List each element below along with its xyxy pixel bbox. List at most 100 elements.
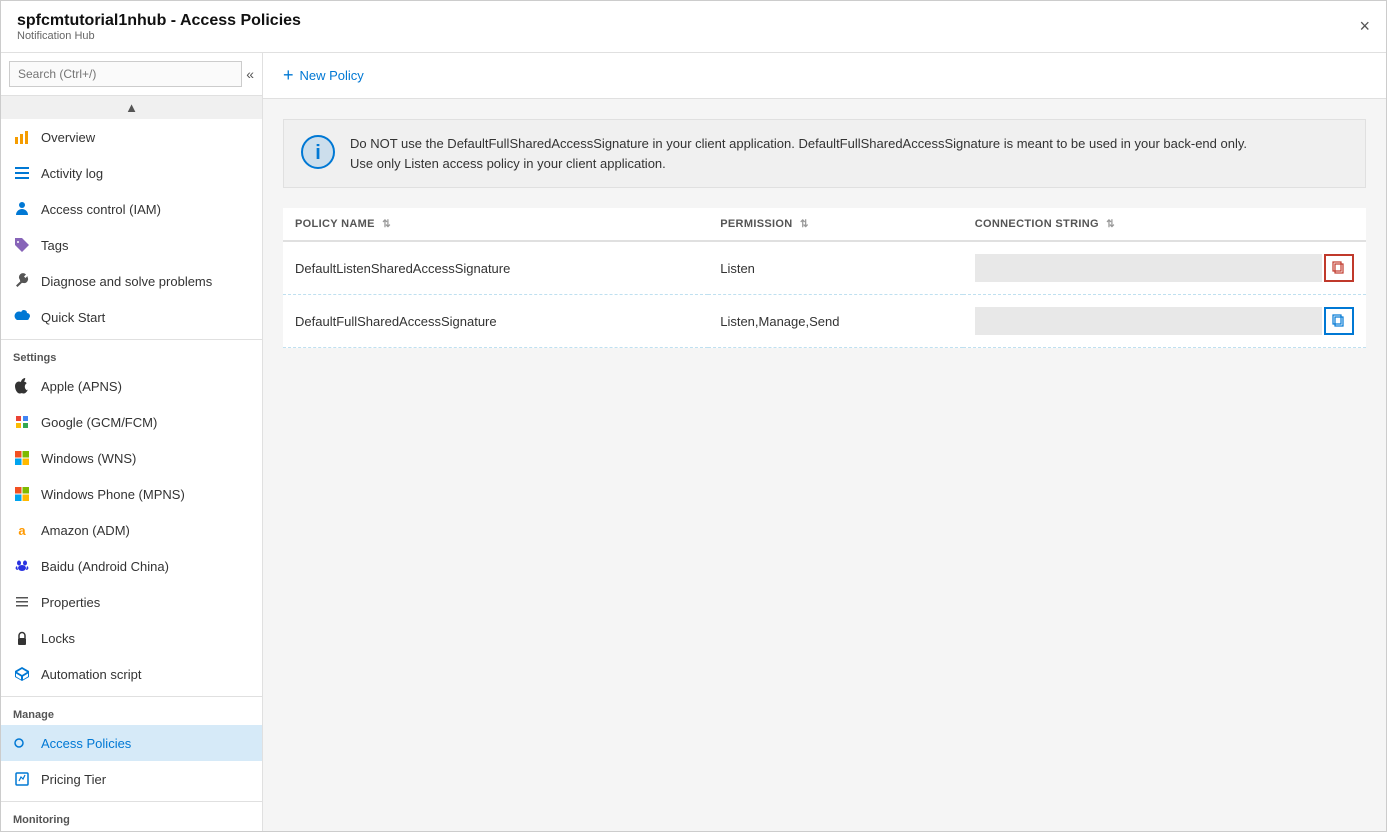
- list-icon: [13, 164, 31, 182]
- sidebar-item-label: Properties: [41, 595, 100, 610]
- sidebar-scroll-up[interactable]: ▲: [1, 96, 262, 119]
- col-header-connection-string[interactable]: CONNECTION STRING ⇅: [963, 208, 1366, 241]
- amazon-icon: a: [13, 521, 31, 539]
- sidebar-search-row: «: [1, 53, 262, 96]
- sidebar-item-label: Automation script: [41, 667, 141, 682]
- properties-icon: [13, 593, 31, 611]
- window-subtitle: Notification Hub: [17, 30, 301, 42]
- sidebar-item-label: Google (GCM/FCM): [41, 415, 157, 430]
- sidebar-item-automation[interactable]: Automation script: [1, 656, 262, 692]
- copy-icon: [1332, 314, 1346, 328]
- key-icon: [13, 734, 31, 752]
- connection-string-cell: [963, 295, 1366, 348]
- sidebar-item-label: Quick Start: [41, 310, 105, 325]
- col-header-permission[interactable]: PERMISSION ⇅: [708, 208, 963, 241]
- permission-cell: Listen: [708, 241, 963, 295]
- sidebar-item-overview[interactable]: Overview: [1, 119, 262, 155]
- search-input[interactable]: [9, 61, 242, 87]
- sidebar-collapse-button[interactable]: «: [246, 66, 254, 82]
- sidebar-item-label: Overview: [41, 130, 95, 145]
- windows-icon: [13, 449, 31, 467]
- lock-icon: [13, 629, 31, 647]
- apple-icon: [13, 377, 31, 395]
- sidebar-item-label: Diagnose and solve problems: [41, 274, 212, 289]
- sidebar-item-access-policies[interactable]: Access Policies: [1, 725, 262, 761]
- automation-icon: [13, 665, 31, 683]
- sidebar-item-label: Activity log: [41, 166, 103, 181]
- chart-icon: [13, 128, 31, 146]
- sidebar-item-pricing-tier[interactable]: Pricing Tier: [1, 761, 262, 797]
- info-text-line1: Do NOT use the DefaultFullSharedAccessSi…: [350, 134, 1247, 154]
- baidu-icon: [13, 557, 31, 575]
- sidebar-item-label: Windows Phone (MPNS): [41, 487, 185, 502]
- sidebar-item-tags[interactable]: Tags: [1, 227, 262, 263]
- sidebar-item-google[interactable]: Google (GCM/FCM): [1, 404, 262, 440]
- sidebar-item-quickstart[interactable]: Quick Start: [1, 299, 262, 335]
- cloud-icon: [13, 308, 31, 326]
- sidebar-item-access-control[interactable]: Access control (IAM): [1, 191, 262, 227]
- info-banner: i Do NOT use the DefaultFullSharedAccess…: [283, 119, 1366, 188]
- policy-name-cell: DefaultListenSharedAccessSignature: [283, 241, 708, 295]
- sort-icon-permission[interactable]: ⇅: [800, 219, 809, 230]
- person-icon: [13, 200, 31, 218]
- col-header-policy-name[interactable]: POLICY NAME ⇅: [283, 208, 708, 241]
- sidebar-item-windows[interactable]: Windows (WNS): [1, 440, 262, 476]
- close-button[interactable]: ×: [1359, 16, 1370, 37]
- copy-button-2[interactable]: [1324, 307, 1354, 335]
- policy-table: POLICY NAME ⇅ PERMISSION ⇅ CONNECTION ST…: [283, 208, 1366, 348]
- window-title: spfcmtutorial1nhub - Access Policies: [17, 12, 301, 30]
- policy-name-cell: DefaultFullSharedAccessSignature: [283, 295, 708, 348]
- monitoring-section-label: Monitoring: [1, 801, 262, 830]
- main-layout: « ▲ Overview: [1, 53, 1386, 831]
- connection-string-container: [975, 307, 1354, 335]
- permission-cell: Listen,Manage,Send: [708, 295, 963, 348]
- title-bar-left: spfcmtutorial1nhub - Access Policies Not…: [17, 12, 301, 42]
- sidebar-item-locks[interactable]: Locks: [1, 620, 262, 656]
- sidebar-item-windowsphone[interactable]: Windows Phone (MPNS): [1, 476, 262, 512]
- info-text-line2: Use only Listen access policy in your cl…: [350, 154, 1247, 174]
- sidebar-item-alerts[interactable]: Alerts: [1, 830, 262, 831]
- policy-name-label: POLICY NAME: [295, 218, 375, 230]
- connection-string-input-1[interactable]: [975, 254, 1322, 282]
- copy-button-1[interactable]: [1324, 254, 1354, 282]
- content-area: + New Policy i Do NOT use the De: [263, 53, 1386, 831]
- sidebar-item-baidu[interactable]: Baidu (Android China): [1, 548, 262, 584]
- tag-icon: [13, 236, 31, 254]
- sidebar-item-label: Windows (WNS): [41, 451, 136, 466]
- wrench-icon: [13, 272, 31, 290]
- toolbar: + New Policy: [263, 53, 1386, 99]
- windowsphone-icon: [13, 485, 31, 503]
- sort-icon-policy-name[interactable]: ⇅: [382, 219, 391, 230]
- sidebar-item-diagnose[interactable]: Diagnose and solve problems: [1, 263, 262, 299]
- connection-string-container: [975, 254, 1354, 282]
- sidebar-item-label: Access control (IAM): [41, 202, 161, 217]
- title-bar: spfcmtutorial1nhub - Access Policies Not…: [1, 1, 1386, 53]
- sort-icon-connection-string[interactable]: ⇅: [1106, 219, 1115, 230]
- info-icon: i: [300, 134, 336, 170]
- sidebar-item-label: Access Policies: [41, 736, 131, 751]
- info-banner-text: Do NOT use the DefaultFullSharedAccessSi…: [350, 134, 1247, 173]
- connection-string-input-2[interactable]: [975, 307, 1322, 335]
- sidebar-item-label: Tags: [41, 238, 68, 253]
- sidebar-item-properties[interactable]: Properties: [1, 584, 262, 620]
- sidebar-item-label: Baidu (Android China): [41, 559, 169, 574]
- google-icon: [13, 413, 31, 431]
- sidebar-item-label: Apple (APNS): [41, 379, 122, 394]
- sidebar-scroll: Overview Activity log: [1, 119, 262, 831]
- manage-section-label: Manage: [1, 696, 262, 725]
- new-policy-button[interactable]: + New Policy: [283, 65, 364, 86]
- sidebar-item-label: Amazon (ADM): [41, 523, 130, 538]
- copy-icon: [1332, 261, 1346, 275]
- pricing-icon: [13, 770, 31, 788]
- settings-section-label: Settings: [1, 339, 262, 368]
- new-policy-label: New Policy: [300, 68, 364, 83]
- sidebar-item-activity-log[interactable]: Activity log: [1, 155, 262, 191]
- app-container: spfcmtutorial1nhub - Access Policies Not…: [0, 0, 1387, 832]
- table-row: DefaultListenSharedAccessSignature Liste…: [283, 241, 1366, 295]
- connection-string-label: CONNECTION STRING: [975, 218, 1099, 230]
- permission-label: PERMISSION: [720, 218, 792, 230]
- sidebar-item-apple[interactable]: Apple (APNS): [1, 368, 262, 404]
- sidebar-item-label: Locks: [41, 631, 75, 646]
- sidebar-item-amazon[interactable]: a Amazon (ADM): [1, 512, 262, 548]
- table-row: DefaultFullSharedAccessSignature Listen,…: [283, 295, 1366, 348]
